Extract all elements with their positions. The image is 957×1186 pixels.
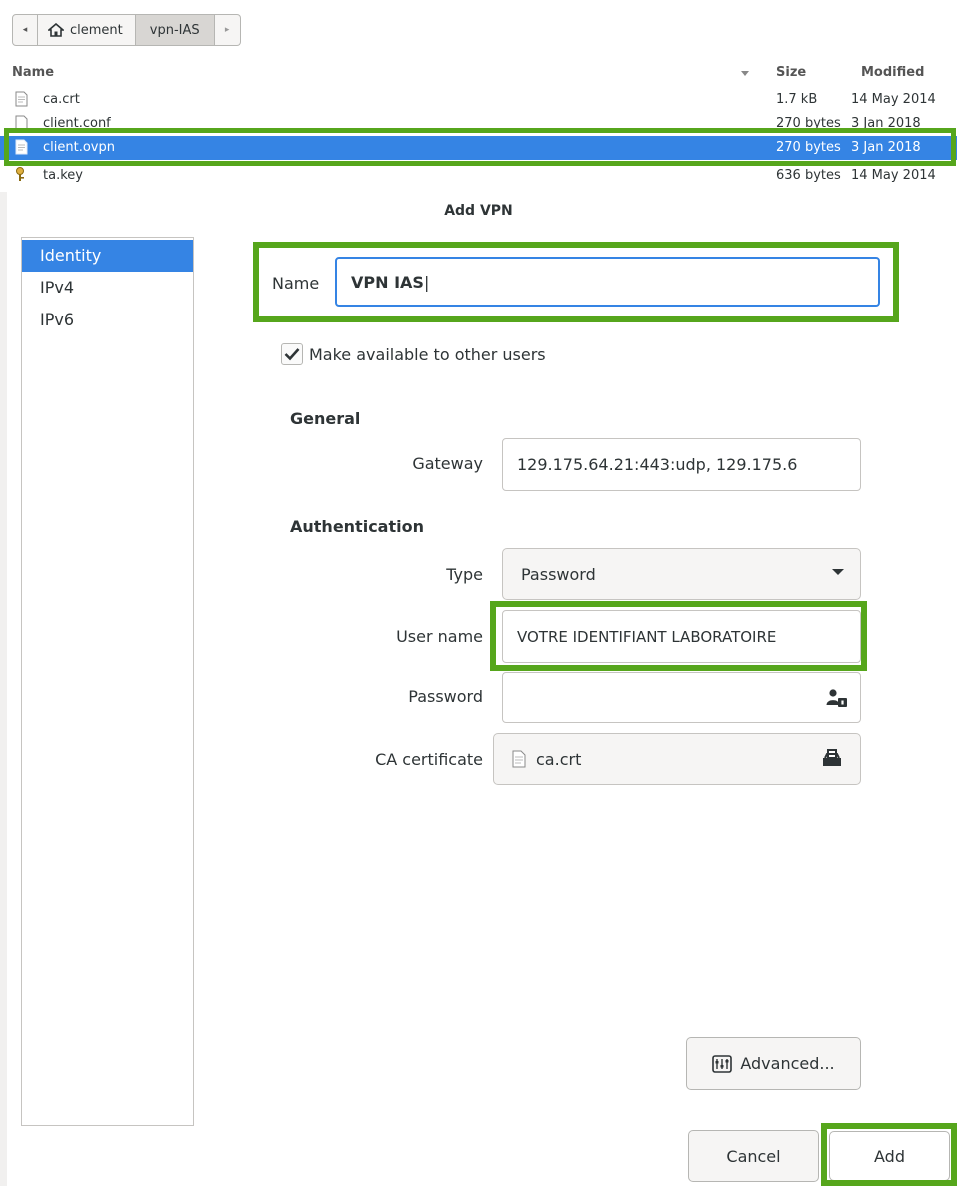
file-row[interactable]: client.conf 270 bytes 3 Jan 2018 (0, 112, 957, 128)
available-checkbox[interactable] (281, 343, 303, 365)
file-name: ta.key (43, 168, 83, 183)
authentication-heading: Authentication (290, 517, 424, 536)
text-file-icon (15, 91, 28, 107)
path-bar: ◂ clement vpn-IAS ▸ (12, 14, 241, 48)
file-size: 270 bytes (776, 116, 841, 128)
cancel-button[interactable]: Cancel (688, 1130, 819, 1182)
file-size: 636 bytes (776, 168, 841, 183)
dialog-title: Add VPN (444, 203, 513, 219)
path-forward-button[interactable]: ▸ (214, 14, 241, 46)
auth-type-select[interactable]: Password (502, 548, 861, 600)
file-name: client.conf (43, 116, 111, 128)
dialog-edge (0, 192, 7, 1186)
gateway-input[interactable]: 129.175.64.21:443:udp, 129.175.6 (502, 438, 861, 491)
cancel-label: Cancel (726, 1146, 781, 1166)
settings-panel-icon (712, 1054, 733, 1073)
annotation-highlight-name (253, 242, 899, 322)
username-label: User name (396, 627, 483, 646)
column-name[interactable]: Name (12, 65, 54, 80)
auth-type-value: Password (521, 564, 596, 584)
text-file-icon (15, 115, 28, 128)
ca-certificate-value: ca.crt (536, 749, 582, 769)
annotation-highlight-username (490, 601, 867, 671)
file-name: ca.crt (43, 92, 80, 107)
sidebar-item-ipv4[interactable]: IPv4 (22, 272, 193, 304)
ca-certificate-label: CA certificate (375, 750, 483, 769)
path-home-label: clement (70, 22, 123, 38)
column-modified[interactable]: Modified (861, 65, 924, 80)
available-label: Make available to other users (309, 345, 546, 364)
ca-certificate-button[interactable]: ca.crt (493, 733, 861, 785)
file-modified: 14 May 2014 (851, 92, 936, 107)
advanced-button[interactable]: Advanced... (686, 1037, 861, 1090)
text-file-icon (512, 750, 526, 768)
dropdown-arrow-icon (832, 569, 844, 575)
file-row[interactable]: ca.crt 1.7 kB 14 May 2014 (0, 88, 957, 112)
path-current-button[interactable]: vpn-IAS (135, 14, 215, 46)
file-size: 1.7 kB (776, 92, 818, 107)
file-list-header: Name Size Modified (0, 62, 957, 84)
file-modified: 3 Jan 2018 (851, 116, 921, 128)
sidebar-item-ipv6[interactable]: IPv6 (22, 304, 193, 336)
open-file-icon (823, 749, 841, 766)
password-label: Password (408, 687, 483, 706)
key-file-icon (16, 167, 24, 181)
password-storage-icon[interactable] (826, 687, 848, 709)
annotation-highlight-file (4, 128, 956, 166)
file-row[interactable]: ta.key 636 bytes 14 May 2014 (0, 164, 957, 184)
home-icon (48, 23, 64, 37)
path-back-button[interactable]: ◂ (12, 14, 38, 46)
advanced-label: Advanced... (740, 1054, 835, 1073)
gateway-value: 129.175.64.21:443:udp, 129.175.6 (517, 455, 798, 474)
settings-sidebar: Identity IPv4 IPv6 (21, 237, 194, 1126)
column-size[interactable]: Size (776, 65, 806, 80)
sidebar-item-identity[interactable]: Identity (22, 240, 193, 272)
type-label: Type (446, 565, 483, 584)
password-input[interactable] (502, 672, 861, 723)
checkmark-icon (284, 348, 300, 361)
general-heading: General (290, 409, 361, 428)
file-modified: 14 May 2014 (851, 168, 936, 183)
path-home-button[interactable]: clement (38, 14, 136, 46)
sort-descending-icon (741, 71, 749, 76)
annotation-highlight-add (821, 1123, 957, 1186)
gateway-label: Gateway (412, 454, 483, 473)
